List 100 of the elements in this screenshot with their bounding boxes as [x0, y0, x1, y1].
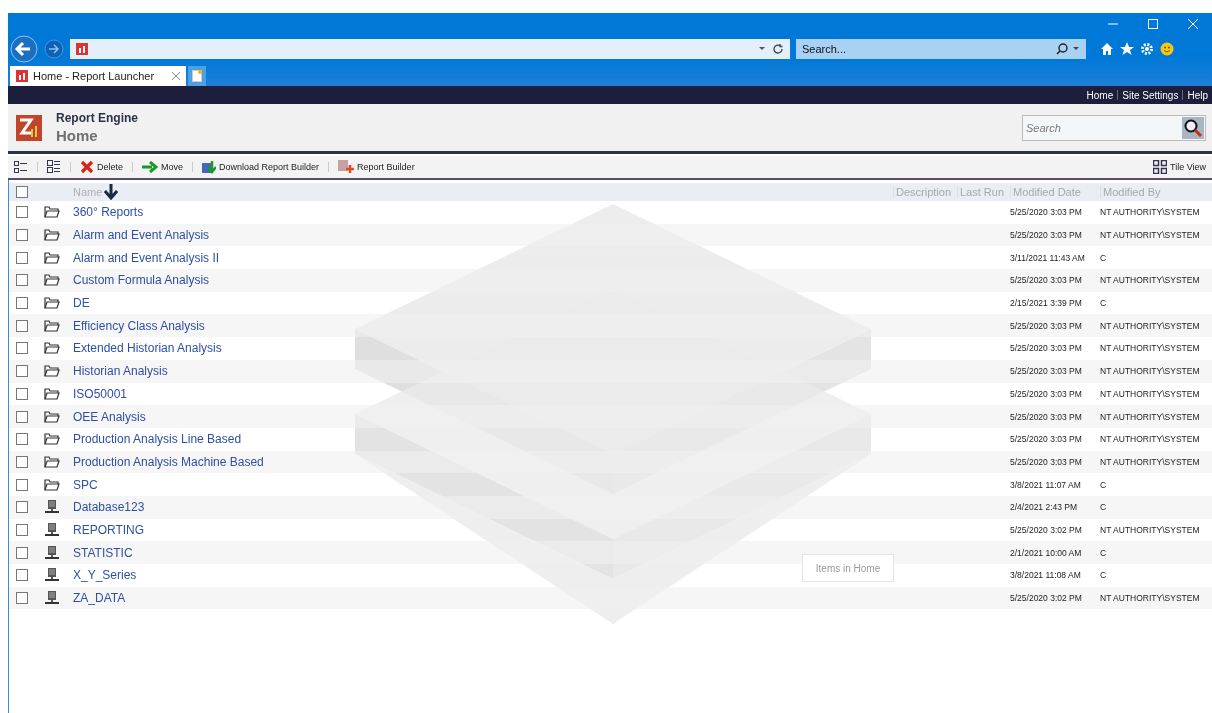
- modified-date: 3/11/2021 11:43 AM: [1010, 252, 1086, 263]
- toolbar-button[interactable]: Download Report Builder: [202, 160, 320, 174]
- item-link[interactable]: 360° Reports: [73, 205, 144, 220]
- dropdown-icon[interactable]: [1072, 45, 1080, 52]
- settings-icon[interactable]: [1140, 41, 1154, 56]
- sort-descending-icon[interactable]: [104, 184, 119, 200]
- maximize-icon[interactable]: [1148, 19, 1158, 29]
- nav-link[interactable]: Help: [1187, 89, 1208, 101]
- tile-view-button[interactable]: Tile View: [1153, 160, 1206, 174]
- row-checkbox[interactable]: [16, 569, 28, 582]
- modified-date: 5/25/2020 3:03 PM: [1010, 343, 1083, 354]
- modified-by: C: [1100, 570, 1108, 581]
- folder-icon: [43, 387, 60, 400]
- item-link[interactable]: Production Analysis Line Based: [73, 432, 242, 447]
- dropdown-icon[interactable]: [758, 45, 766, 52]
- modified-date: 5/25/2020 3:03 PM: [1010, 207, 1083, 218]
- item-link[interactable]: Production Analysis Machine Based: [73, 454, 264, 469]
- row-checkbox[interactable]: [16, 410, 28, 423]
- modified-date: 5/25/2020 3:02 PM: [1010, 524, 1083, 535]
- folder-icon: [43, 365, 60, 378]
- browser-search-field[interactable]: Search...: [796, 38, 1086, 59]
- folder-icon: [43, 410, 60, 423]
- modified-date: 2/1/2021 10:00 AM: [1010, 547, 1083, 558]
- tile-grid-icon: [1153, 160, 1167, 174]
- app-name: Report Engine: [56, 111, 138, 125]
- item-link[interactable]: STATISTIC: [73, 545, 133, 560]
- row-checkbox[interactable]: [16, 251, 28, 264]
- nav-link[interactable]: Site Settings: [1122, 89, 1179, 101]
- nav-link[interactable]: Home: [1086, 89, 1114, 101]
- item-link[interactable]: ISO50001: [73, 386, 128, 401]
- address-bar[interactable]: [70, 38, 790, 59]
- folder-icon: [43, 274, 60, 287]
- toolbar-button[interactable]: Move: [142, 161, 184, 173]
- refresh-icon[interactable]: [772, 42, 784, 55]
- item-link[interactable]: SPC: [73, 477, 98, 492]
- modified-by: NT AUTHORITY\SYSTEM: [1100, 456, 1201, 467]
- modified-date: 3/8/2021 11:08 AM: [1010, 570, 1082, 581]
- modified-date: 5/25/2020 3:03 PM: [1010, 366, 1083, 377]
- item-link[interactable]: DE: [73, 296, 90, 311]
- arrow-right-icon: [142, 161, 158, 173]
- database-server-icon: [44, 591, 59, 606]
- search-icon[interactable]: [1056, 42, 1068, 55]
- back-button[interactable]: [10, 34, 38, 63]
- search-field[interactable]: Search: [1022, 114, 1206, 141]
- item-link[interactable]: Alarm and Event Analysis: [73, 228, 210, 243]
- row-checkbox[interactable]: [16, 478, 28, 491]
- favorites-star-icon[interactable]: [1120, 41, 1134, 56]
- row-checkbox[interactable]: [16, 546, 28, 559]
- new-tab-button[interactable]: [188, 66, 206, 86]
- home-icon[interactable]: [1100, 41, 1114, 56]
- item-link[interactable]: Custom Formula Analysis: [73, 273, 210, 288]
- detail-view-icon[interactable]: [47, 160, 61, 174]
- row-checkbox[interactable]: [16, 455, 28, 468]
- folder-icon: [43, 455, 60, 468]
- row-checkbox[interactable]: [16, 387, 28, 400]
- toolbar-button[interactable]: Report Builder: [338, 160, 415, 174]
- item-link[interactable]: Historian Analysis: [73, 364, 168, 379]
- close-icon[interactable]: [172, 72, 180, 80]
- browser-tab[interactable]: Home - Report Launcher: [10, 66, 186, 86]
- list-view-icon[interactable]: [14, 160, 28, 174]
- item-link[interactable]: Extended Historian Analysis: [73, 341, 222, 356]
- row-checkbox[interactable]: [16, 206, 28, 219]
- download-icon: [202, 160, 217, 174]
- toolbar-button[interactable]: Delete: [80, 160, 123, 174]
- modified-date: 5/25/2020 3:03 PM: [1010, 456, 1083, 467]
- report-icon: [76, 42, 88, 55]
- search-icon[interactable]: [1182, 116, 1204, 139]
- row-checkbox[interactable]: [16, 274, 28, 287]
- smiley-icon[interactable]: [1160, 41, 1174, 56]
- row-checkbox[interactable]: [16, 319, 28, 332]
- row-checkbox[interactable]: [16, 592, 28, 605]
- item-link[interactable]: Efficiency Class Analysis: [73, 318, 205, 333]
- modified-date: 5/25/2020 3:03 PM: [1010, 320, 1083, 331]
- item-link[interactable]: REPORTING: [73, 522, 145, 537]
- database-server-icon: [44, 500, 59, 515]
- forward-button[interactable]: [44, 38, 64, 59]
- select-all-checkbox[interactable]: [16, 186, 28, 198]
- row-checkbox[interactable]: [16, 523, 28, 536]
- row-checkbox[interactable]: [16, 433, 28, 446]
- modified-by: NT AUTHORITY\SYSTEM: [1100, 230, 1201, 241]
- row-checkbox[interactable]: [16, 501, 28, 514]
- modified-by: NT AUTHORITY\SYSTEM: [1100, 411, 1201, 422]
- modified-date: 2/15/2021 3:39 PM: [1010, 298, 1083, 309]
- row-checkbox[interactable]: [16, 229, 28, 242]
- item-link[interactable]: OEE Analysis: [73, 409, 146, 424]
- page-title: Home: [56, 127, 99, 144]
- row-checkbox[interactable]: [16, 342, 28, 355]
- item-link[interactable]: ZA_DATA: [73, 591, 126, 606]
- report-icon: [16, 70, 28, 82]
- modified-by: NT AUTHORITY\SYSTEM: [1100, 524, 1201, 535]
- modified-by: C: [1100, 252, 1108, 263]
- item-link[interactable]: X_Y_Series: [73, 568, 137, 583]
- report-plus-icon: [338, 160, 355, 174]
- folder-icon: [43, 319, 60, 332]
- row-checkbox[interactable]: [16, 297, 28, 310]
- folder-icon: [43, 433, 60, 446]
- item-link[interactable]: Database123: [73, 500, 145, 515]
- row-checkbox[interactable]: [16, 365, 28, 378]
- item-link[interactable]: Alarm and Event Analysis II: [73, 250, 220, 265]
- modified-date: 5/25/2020 3:02 PM: [1010, 593, 1083, 604]
